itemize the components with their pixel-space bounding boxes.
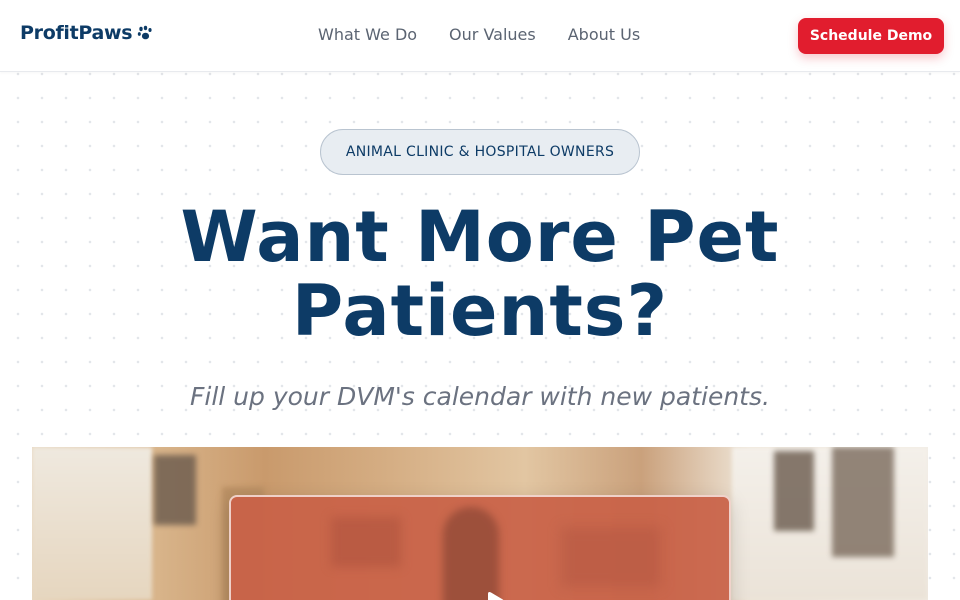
- headline-line-2: Patients?: [291, 270, 669, 352]
- hero-headline: Want More Pet Patients?: [0, 200, 960, 348]
- paw-icon: [138, 25, 152, 40]
- wall-frame: [774, 451, 814, 531]
- video-player[interactable]: [229, 495, 731, 600]
- logo[interactable]: ProfitPaws: [20, 22, 153, 44]
- hero-subheadline: Fill up your DVM's calendar with new pat…: [190, 382, 770, 411]
- video-frame-shape: [561, 527, 661, 587]
- headline-line-1: Want More Pet: [180, 196, 780, 278]
- schedule-demo-button[interactable]: Schedule Demo: [798, 18, 944, 54]
- nav-about-us[interactable]: About Us: [568, 25, 640, 44]
- background-wall-right: [732, 447, 928, 600]
- video-frame-shape: [331, 517, 401, 567]
- wall-frame: [832, 447, 894, 557]
- wall-frame: [154, 455, 196, 525]
- site-header: ProfitPaws What We Do Our Values About U…: [0, 0, 960, 72]
- video-frame-person: [443, 507, 499, 600]
- main-nav: What We Do Our Values About Us: [318, 25, 640, 44]
- nav-what-we-do[interactable]: What We Do: [318, 25, 417, 44]
- nav-our-values[interactable]: Our Values: [449, 25, 536, 44]
- audience-badge: ANIMAL CLINIC & HOSPITAL OWNERS: [320, 129, 640, 175]
- background-wall: [32, 447, 152, 600]
- play-icon[interactable]: [486, 590, 508, 600]
- logo-text: ProfitPaws: [20, 22, 133, 44]
